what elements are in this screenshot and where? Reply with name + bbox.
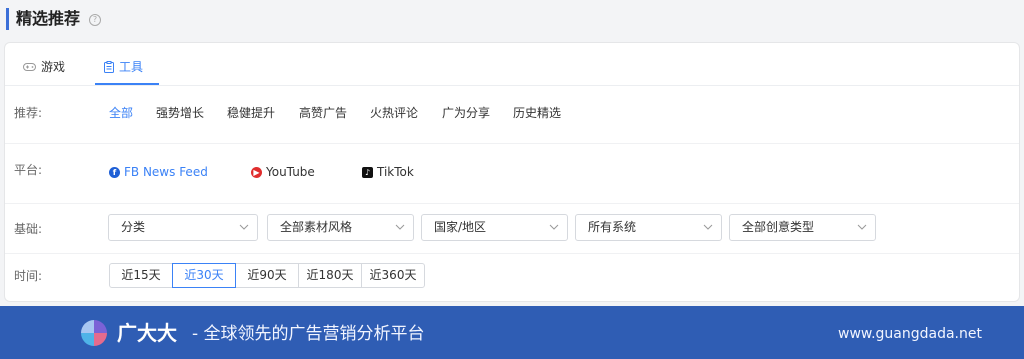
- time-range-segmented: 近15天 近30天 近90天 近180天 近360天: [109, 263, 425, 288]
- category-select[interactable]: 分类: [108, 214, 258, 241]
- creative-type-select-value: 全部创意类型: [742, 220, 815, 234]
- category-select-value: 分类: [121, 220, 146, 234]
- filter-panel: 游戏 工具 推荐: 全部 强势增长 稳健提升 高赞广告 火热评论 广为分享 历史…: [4, 42, 1020, 302]
- chevron-down-icon: [239, 224, 249, 230]
- chevron-down-icon: [549, 224, 559, 230]
- recommend-option-steady-rise[interactable]: 稳健提升: [227, 104, 275, 122]
- recommend-row: 推荐: 全部 强势增长 稳健提升 高赞广告 火热评论 广为分享 历史精选: [5, 86, 1019, 144]
- time-option-30d[interactable]: 近30天: [172, 263, 236, 288]
- recommend-option-all[interactable]: 全部: [109, 104, 133, 122]
- tab-bar: 游戏 工具: [5, 43, 1019, 86]
- platform-youtube[interactable]: ▶ YouTube: [251, 163, 315, 181]
- platform-label: 平台:: [14, 163, 43, 177]
- clipboard-icon: [104, 61, 114, 73]
- time-label: 时间:: [14, 269, 43, 283]
- system-select-value: 所有系统: [588, 220, 637, 234]
- country-region-select-value: 国家/地区: [434, 220, 487, 234]
- chevron-down-icon: [395, 224, 405, 230]
- tiktok-icon: ♪: [362, 166, 373, 178]
- tab-games-label: 游戏: [41, 60, 66, 74]
- recommend-option-hot-comments[interactable]: 火热评论: [370, 104, 418, 122]
- tab-tools[interactable]: 工具: [104, 57, 143, 77]
- youtube-icon: ▶: [251, 166, 262, 178]
- recommend-option-strong-growth[interactable]: 强势增长: [156, 104, 204, 122]
- section-header: 精选推荐 ?: [0, 0, 1024, 40]
- material-style-select[interactable]: 全部素材风格: [267, 214, 414, 241]
- recommend-option-top-liked[interactable]: 高赞广告: [299, 104, 347, 122]
- country-region-select[interactable]: 国家/地区: [421, 214, 568, 241]
- facebook-icon: f: [109, 166, 120, 178]
- recommend-label: 推荐:: [14, 106, 43, 120]
- page-title: 精选推荐: [16, 9, 81, 28]
- brand-logo-icon: [81, 320, 107, 346]
- chevron-down-icon: [703, 224, 713, 230]
- chevron-down-icon: [857, 224, 867, 230]
- tab-games[interactable]: 游戏: [23, 57, 65, 77]
- recommend-option-history-picks[interactable]: 历史精选: [513, 104, 561, 122]
- recommend-option-widely-shared[interactable]: 广为分享: [442, 104, 490, 122]
- platform-facebook[interactable]: f FB News Feed: [109, 163, 208, 181]
- platform-row: 平台: f FB News Feed ▶ YouTube ♪ TikTok: [5, 143, 1019, 204]
- time-option-15d[interactable]: 近15天: [109, 263, 173, 288]
- gamepad-icon: [23, 63, 36, 71]
- basic-label: 基础:: [14, 222, 43, 236]
- platform-youtube-label: YouTube: [266, 165, 315, 179]
- creative-type-select[interactable]: 全部创意类型: [729, 214, 876, 241]
- website-url: www.guangdada.net: [838, 326, 982, 342]
- header-accent-bar: [6, 8, 9, 30]
- footer-banner: 广大大 - 全球领先的广告营销分析平台 www.guangdada.net: [0, 306, 1024, 359]
- brand-name: 广大大: [117, 321, 177, 345]
- tab-tools-label: 工具: [119, 60, 144, 74]
- platform-tiktok[interactable]: ♪ TikTok: [362, 163, 414, 181]
- time-option-360d[interactable]: 近360天: [361, 263, 425, 288]
- active-tab-indicator: [95, 83, 159, 85]
- help-icon[interactable]: ?: [89, 14, 101, 26]
- platform-facebook-label: FB News Feed: [124, 165, 208, 179]
- system-select[interactable]: 所有系统: [575, 214, 722, 241]
- time-option-90d[interactable]: 近90天: [235, 263, 299, 288]
- platform-tiktok-label: TikTok: [377, 165, 414, 179]
- material-style-select-value: 全部素材风格: [280, 220, 353, 234]
- brand-slogan: - 全球领先的广告营销分析平台: [192, 324, 425, 344]
- time-option-180d[interactable]: 近180天: [298, 263, 362, 288]
